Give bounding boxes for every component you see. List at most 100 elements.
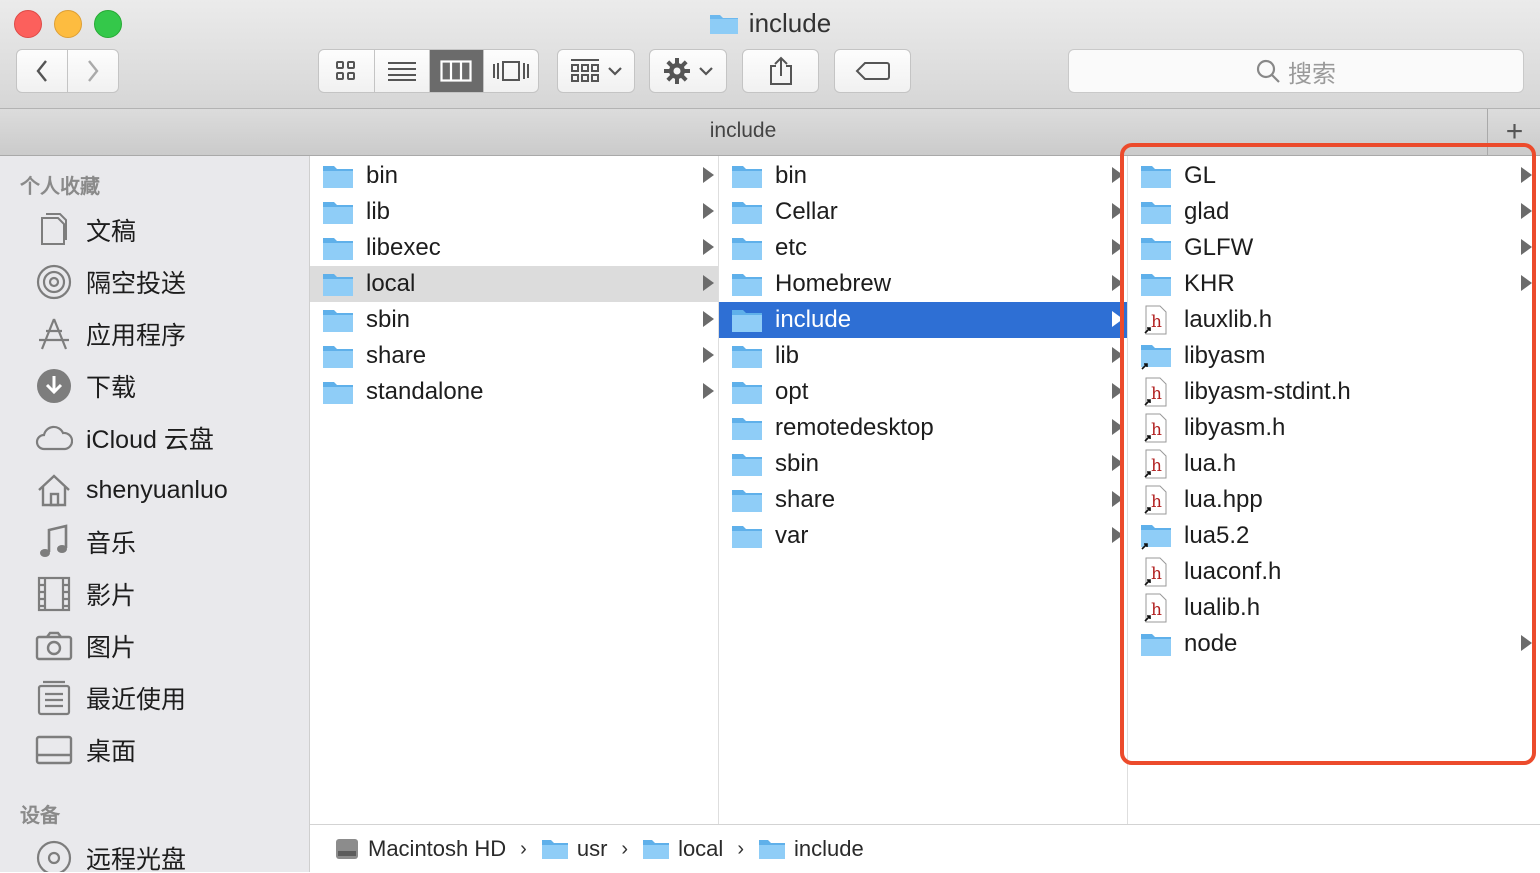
icloud-icon: [34, 418, 74, 458]
folder-icon: [731, 198, 763, 226]
column-view-button[interactable]: [430, 50, 484, 92]
list-item[interactable]: h libyasm-stdint.h: [1128, 374, 1536, 410]
list-item[interactable]: node: [1128, 626, 1536, 662]
folder-alias-icon: [1140, 342, 1172, 370]
disclosure-arrow-icon: [703, 203, 714, 219]
cover-flow-button[interactable]: [484, 50, 538, 92]
list-item[interactable]: GL: [1128, 158, 1536, 194]
sidebar-item-desktop[interactable]: 桌面: [34, 728, 136, 772]
path-separator-icon: ›: [737, 837, 744, 860]
folder-icon: [731, 306, 763, 334]
list-item[interactable]: opt: [719, 374, 1127, 410]
folder-icon: [731, 486, 763, 514]
music-icon: [34, 522, 74, 562]
back-button[interactable]: [17, 50, 68, 92]
header-file-alias-icon: h: [1140, 377, 1172, 407]
disclosure-arrow-icon: [1112, 419, 1123, 435]
header-file-alias-icon: h: [1140, 593, 1172, 623]
path-item-macintosh-hd[interactable]: Macintosh HD: [334, 836, 506, 862]
list-item[interactable]: h lauxlib.h: [1128, 302, 1536, 338]
list-item[interactable]: etc: [719, 230, 1127, 266]
sidebar-item-applications[interactable]: 应用程序: [34, 312, 186, 356]
list-item[interactable]: h lualib.h: [1128, 590, 1536, 626]
path-item-local[interactable]: local: [642, 836, 723, 862]
icon-view-button[interactable]: [319, 50, 375, 92]
list-item[interactable]: Homebrew: [719, 266, 1127, 302]
movies-icon: [34, 574, 74, 614]
documents-icon: [34, 210, 74, 250]
add-tab-button[interactable]: +: [1487, 109, 1540, 155]
list-item[interactable]: sbin: [719, 446, 1127, 482]
header-file-alias-icon: h: [1140, 449, 1172, 479]
list-item[interactable]: h lua.hpp: [1128, 482, 1536, 518]
list-item-selected[interactable]: include: [719, 302, 1127, 338]
list-item[interactable]: h lua.h: [1128, 446, 1536, 482]
header-file-alias-icon: h: [1140, 413, 1172, 443]
sidebar-item-pictures[interactable]: 图片: [34, 624, 136, 668]
list-item[interactable]: sbin: [310, 302, 718, 338]
window-title: include: [0, 6, 1540, 40]
chevron-left-icon: [36, 60, 47, 82]
sidebar-item-movies[interactable]: 影片: [34, 572, 136, 616]
back-forward-group: [16, 49, 119, 93]
path-item-include[interactable]: include: [758, 836, 864, 862]
list-item[interactable]: h luaconf.h: [1128, 554, 1536, 590]
share-icon: [769, 56, 792, 85]
tab-include[interactable]: include: [0, 119, 1486, 143]
list-item[interactable]: var: [719, 518, 1127, 554]
arrange-grid-icon: [571, 59, 599, 82]
list-item[interactable]: GLFW: [1128, 230, 1536, 266]
list-item[interactable]: glad: [1128, 194, 1536, 230]
list-item[interactable]: KHR: [1128, 266, 1536, 302]
list-item[interactable]: Cellar: [719, 194, 1127, 230]
list-item[interactable]: lib: [719, 338, 1127, 374]
folder-icon: [322, 198, 354, 226]
list-item[interactable]: h libyasm.h: [1128, 410, 1536, 446]
disclosure-arrow-icon: [1521, 167, 1532, 183]
list-item[interactable]: libexec: [310, 230, 718, 266]
disclosure-arrow-icon: [1112, 275, 1123, 291]
forward-button[interactable]: [68, 50, 119, 92]
list-item[interactable]: lua5.2: [1128, 518, 1536, 554]
sidebar-item-home[interactable]: shenyuanluo: [34, 468, 228, 512]
column-include: GL glad GLFW KHR h lauxlib.h libyasm h lib…: [1128, 156, 1540, 824]
remote-disc-icon: [34, 838, 74, 872]
list-item[interactable]: bin: [310, 158, 718, 194]
tags-button[interactable]: [834, 49, 911, 93]
sidebar-item-documents[interactable]: 文稿: [34, 208, 136, 252]
list-item[interactable]: libyasm: [1128, 338, 1536, 374]
devices-header: 设备: [20, 805, 60, 827]
desktop-icon: [34, 730, 74, 770]
sidebar-item-icloud[interactable]: iCloud 云盘: [34, 416, 214, 460]
disclosure-arrow-icon: [1112, 347, 1123, 363]
sidebar-item-airdrop[interactable]: 隔空投送: [34, 260, 186, 304]
header-file-alias-icon: h: [1140, 485, 1172, 515]
sidebar-item-music[interactable]: 音乐: [34, 520, 136, 564]
disclosure-arrow-icon: [1112, 203, 1123, 219]
folder-icon: [322, 306, 354, 334]
sidebar-item-downloads[interactable]: 下载: [34, 364, 136, 408]
search-field[interactable]: 搜索: [1068, 49, 1524, 93]
share-button[interactable]: [742, 49, 819, 93]
action-button[interactable]: [649, 49, 727, 93]
list-item-selected[interactable]: local: [310, 266, 718, 302]
list-item[interactable]: remotedesktop: [719, 410, 1127, 446]
sidebar-item-remote-disc[interactable]: 远程光盘: [34, 836, 186, 872]
list-item[interactable]: lib: [310, 194, 718, 230]
list-item[interactable]: share: [310, 338, 718, 374]
path-item-usr[interactable]: usr: [541, 836, 607, 862]
folder-alias-icon: [1140, 522, 1172, 550]
arrange-button[interactable]: [557, 49, 635, 93]
folder-icon: [1140, 198, 1172, 226]
list-view-button[interactable]: [375, 50, 430, 92]
downloads-icon: [34, 366, 74, 406]
disclosure-arrow-icon: [1521, 203, 1532, 219]
list-item[interactable]: bin: [719, 158, 1127, 194]
list-item[interactable]: standalone: [310, 374, 718, 410]
disclosure-arrow-icon: [1112, 239, 1123, 255]
chevron-down-icon: [699, 67, 713, 76]
search-placeholder: 搜索: [1288, 60, 1336, 88]
sidebar-item-recents[interactable]: 最近使用: [34, 676, 186, 720]
list-item[interactable]: share: [719, 482, 1127, 518]
folder-icon: [731, 342, 763, 370]
